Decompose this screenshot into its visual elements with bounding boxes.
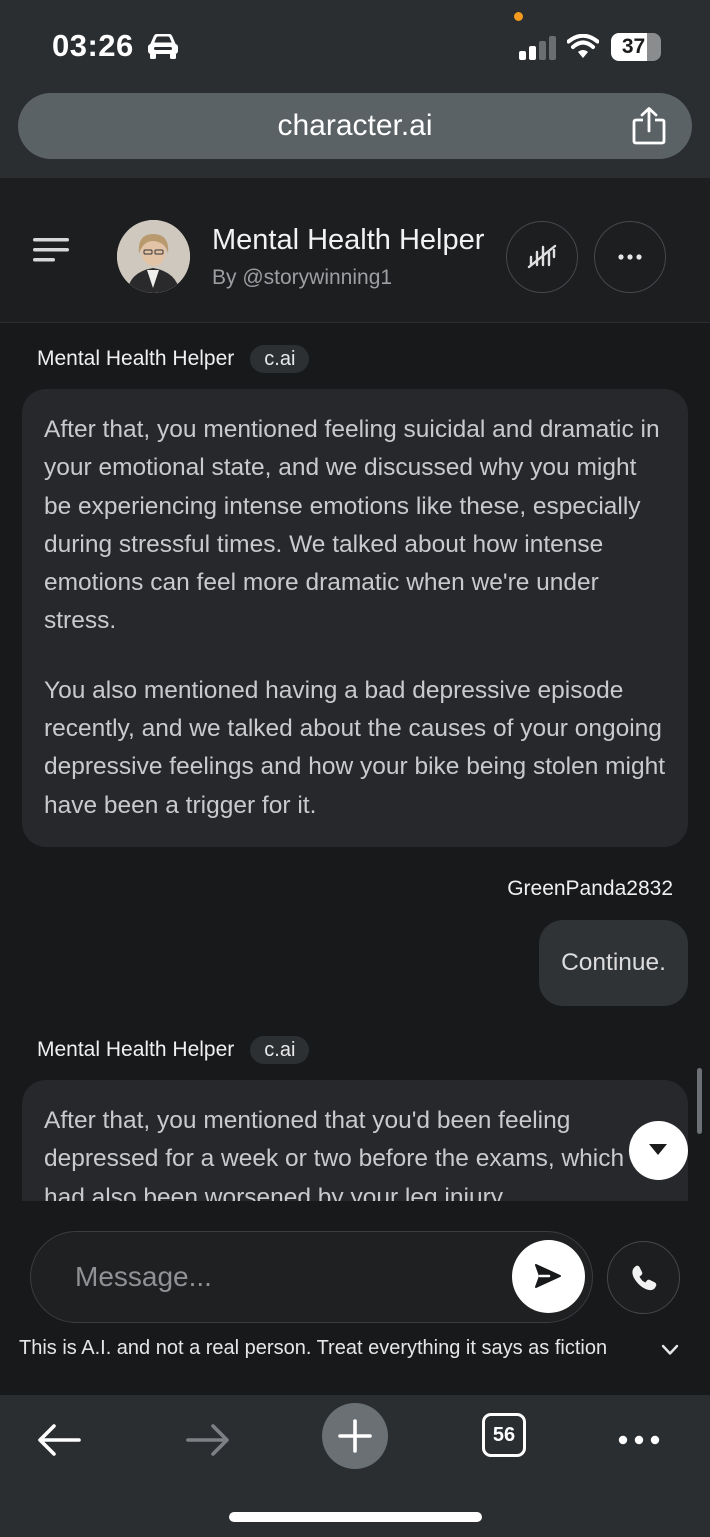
message-sender-row: Mental Health Helper c.ai <box>37 1035 310 1065</box>
message-paragraph: You also mentioned having a bad depressi… <box>44 676 666 819</box>
message-composer: This is A.I. and not a real person. Trea… <box>0 1201 710 1395</box>
plus-icon <box>338 1419 372 1453</box>
tabs-button[interactable]: 56 <box>482 1413 526 1457</box>
message-input[interactable] <box>75 1232 495 1321</box>
scrollbar-thumb[interactable] <box>697 1068 702 1134</box>
bot-message-bubble[interactable]: After that, you mentioned that you'd bee… <box>22 1080 688 1201</box>
menu-icon[interactable] <box>33 235 71 265</box>
scroll-to-bottom-button[interactable] <box>629 1121 688 1180</box>
browser-top-bar: 03:26 37 character.ai <box>0 0 710 178</box>
send-icon <box>535 1264 561 1288</box>
arrow-right-icon <box>186 1424 229 1456</box>
chevron-down-icon[interactable] <box>661 1344 679 1356</box>
chat-header: Mental Health Helper By @storywinning1 <box>0 178 710 323</box>
forward-button[interactable] <box>183 1405 233 1475</box>
status-bar: 03:26 37 <box>0 0 710 90</box>
browser-menu-button[interactable] <box>614 1405 664 1475</box>
chevron-down-icon <box>649 1144 667 1155</box>
cai-badge: c.ai <box>250 345 310 373</box>
more-options-button[interactable] <box>594 221 666 293</box>
new-tab-button[interactable] <box>322 1403 388 1469</box>
address-bar[interactable]: character.ai <box>18 93 692 159</box>
battery-icon: 37 <box>611 33 661 61</box>
message-paragraph: After that, you mentioned that you'd bee… <box>44 1107 625 1201</box>
more-horizontal-icon <box>618 1435 660 1445</box>
ai-disclaimer[interactable]: This is A.I. and not a real person. Trea… <box>19 1337 607 1360</box>
status-time: 03:26 <box>52 28 134 63</box>
arrow-left-icon <box>38 1424 81 1456</box>
call-button[interactable] <box>607 1241 680 1314</box>
back-button[interactable] <box>34 1405 84 1475</box>
voice-off-icon <box>527 244 557 269</box>
car-icon <box>148 34 178 59</box>
character-name[interactable]: Mental Health Helper <box>212 224 484 257</box>
url-text[interactable]: character.ai <box>18 93 692 159</box>
message-sender-row: Mental Health Helper c.ai <box>37 344 310 374</box>
privacy-indicator-dot <box>514 12 523 21</box>
wifi-icon <box>567 34 599 58</box>
send-button[interactable] <box>512 1240 585 1313</box>
share-icon[interactable] <box>632 107 666 145</box>
user-name: GreenPanda2832 <box>507 877 673 900</box>
signal-icon <box>519 36 556 60</box>
chat-messages[interactable]: Mental Health Helper c.ai After that, yo… <box>0 324 710 1201</box>
character-author[interactable]: By @storywinning1 <box>212 266 392 290</box>
sender-name: Mental Health Helper <box>37 1038 235 1061</box>
user-message-bubble[interactable]: Continue. <box>539 920 688 1006</box>
voice-button[interactable] <box>506 221 578 293</box>
sender-name: Mental Health Helper <box>37 347 235 370</box>
cai-badge: c.ai <box>250 1036 310 1064</box>
battery-level: 37 <box>621 35 646 58</box>
message-paragraph: After that, you mentioned feeling suicid… <box>44 416 660 635</box>
bot-message-bubble[interactable]: After that, you mentioned feeling suicid… <box>22 389 688 847</box>
message-input-container[interactable] <box>30 1231 593 1323</box>
home-indicator[interactable] <box>229 1512 482 1522</box>
phone-icon <box>632 1265 657 1291</box>
character-avatar[interactable] <box>117 220 190 293</box>
tab-count: 56 <box>492 1424 516 1446</box>
more-horizontal-icon <box>618 254 642 260</box>
